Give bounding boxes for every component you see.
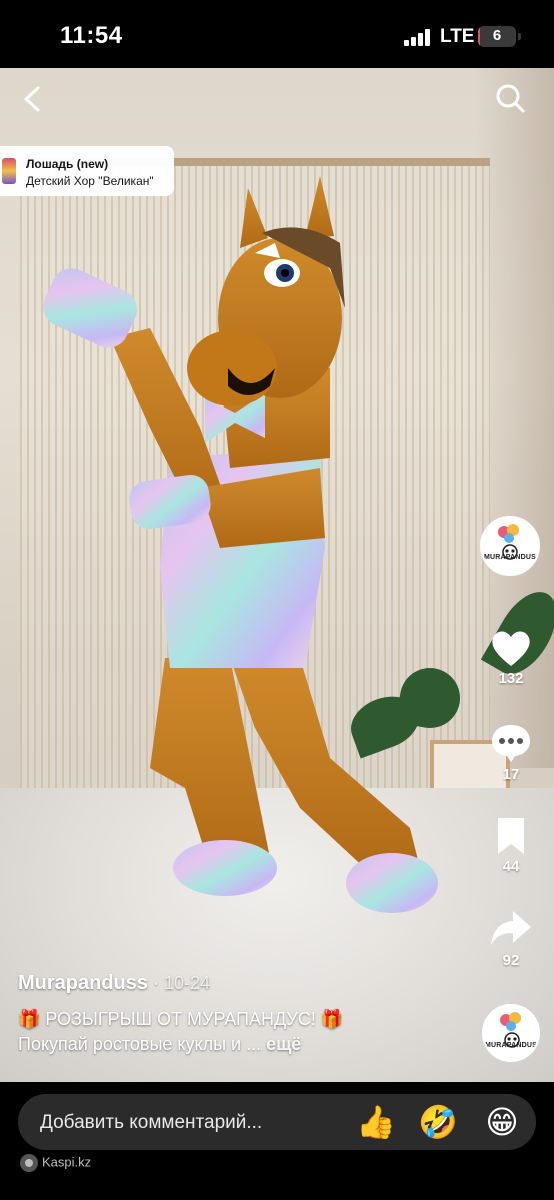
- avatar-label: MURAPANDUS: [484, 1042, 538, 1049]
- bookmark-icon: [498, 818, 524, 854]
- network-type: LTE: [440, 26, 475, 47]
- author-line: Murapanduss · 10-24: [18, 972, 458, 995]
- video-caption: Murapanduss · 10-24 🎁 РОЗЫГРЫШ ОТ МУРАПА…: [18, 972, 458, 1055]
- chevron-left-icon[interactable]: [18, 84, 48, 114]
- sound-avatar[interactable]: MURAPANDUS: [482, 1004, 540, 1062]
- kaspi-logo-icon: [20, 1154, 38, 1172]
- share-arrow-icon: [491, 911, 531, 945]
- video-player[interactable]: [0, 68, 554, 1082]
- horse-mascot-costume: [43, 176, 438, 913]
- avatar-label: MURAPANDUS: [483, 554, 537, 561]
- status-time: 11:54: [60, 22, 123, 49]
- status-bar: 11:54 LTE 6: [0, 0, 554, 68]
- like-count: 132: [498, 670, 524, 687]
- emoji-grin-button[interactable]: 😁: [482, 1102, 522, 1142]
- battery-icon: 6: [478, 26, 516, 47]
- caption-line-2: Покупай ростовые куклы и ... ещё: [18, 1034, 458, 1055]
- comment-bubble-icon: [492, 725, 530, 762]
- sound-title: Лошадь (new): [26, 157, 109, 171]
- post-date: · 10-24: [148, 973, 211, 993]
- sound-tag[interactable]: Лошадь (new) Детский Хор "Великан": [0, 146, 174, 196]
- save-count: 44: [502, 858, 520, 875]
- caption-line-1: 🎁 РОЗЫГРЫШ ОТ МУРАПАНДУС! 🎁: [18, 1009, 344, 1029]
- comment-placeholder: Добавить комментарий...: [40, 1112, 263, 1133]
- heart-icon: [492, 631, 530, 666]
- sound-thumbnail: [2, 158, 16, 184]
- share-button[interactable]: 92: [484, 908, 538, 969]
- comment-button[interactable]: 17: [484, 722, 538, 783]
- caption-line-2-text: Покупай ростовые куклы и ...: [18, 1034, 262, 1054]
- comment-bar: Добавить комментарий... 👍 🤣 😁 Kaspi.kz: [0, 1082, 554, 1200]
- author-name[interactable]: Murapanduss: [18, 972, 148, 994]
- save-button[interactable]: 44: [484, 816, 538, 875]
- balloons-icon: [498, 524, 519, 560]
- sound-artist: Детский Хор "Великан": [26, 174, 154, 188]
- share-count: 92: [502, 952, 520, 969]
- comment-input[interactable]: Добавить комментарий... 👍 🤣 😁: [18, 1094, 536, 1150]
- creator-avatar[interactable]: MURAPANDUS: [480, 516, 540, 576]
- emoji-thumbs-up-button[interactable]: 👍: [356, 1102, 396, 1142]
- balloons-icon: [500, 1012, 521, 1048]
- kaspi-watermark: Kaspi.kz: [20, 1154, 91, 1172]
- battery-level: 6: [492, 27, 502, 44]
- signal-icon: [404, 29, 432, 46]
- like-button[interactable]: 132: [484, 628, 538, 687]
- comment-count: 17: [502, 766, 520, 783]
- emoji-rofl-button[interactable]: 🤣: [418, 1102, 458, 1142]
- see-more-link[interactable]: ещё: [261, 1034, 301, 1054]
- search-icon[interactable]: [494, 82, 526, 114]
- kaspi-brand: Kaspi.kz: [42, 1154, 92, 1170]
